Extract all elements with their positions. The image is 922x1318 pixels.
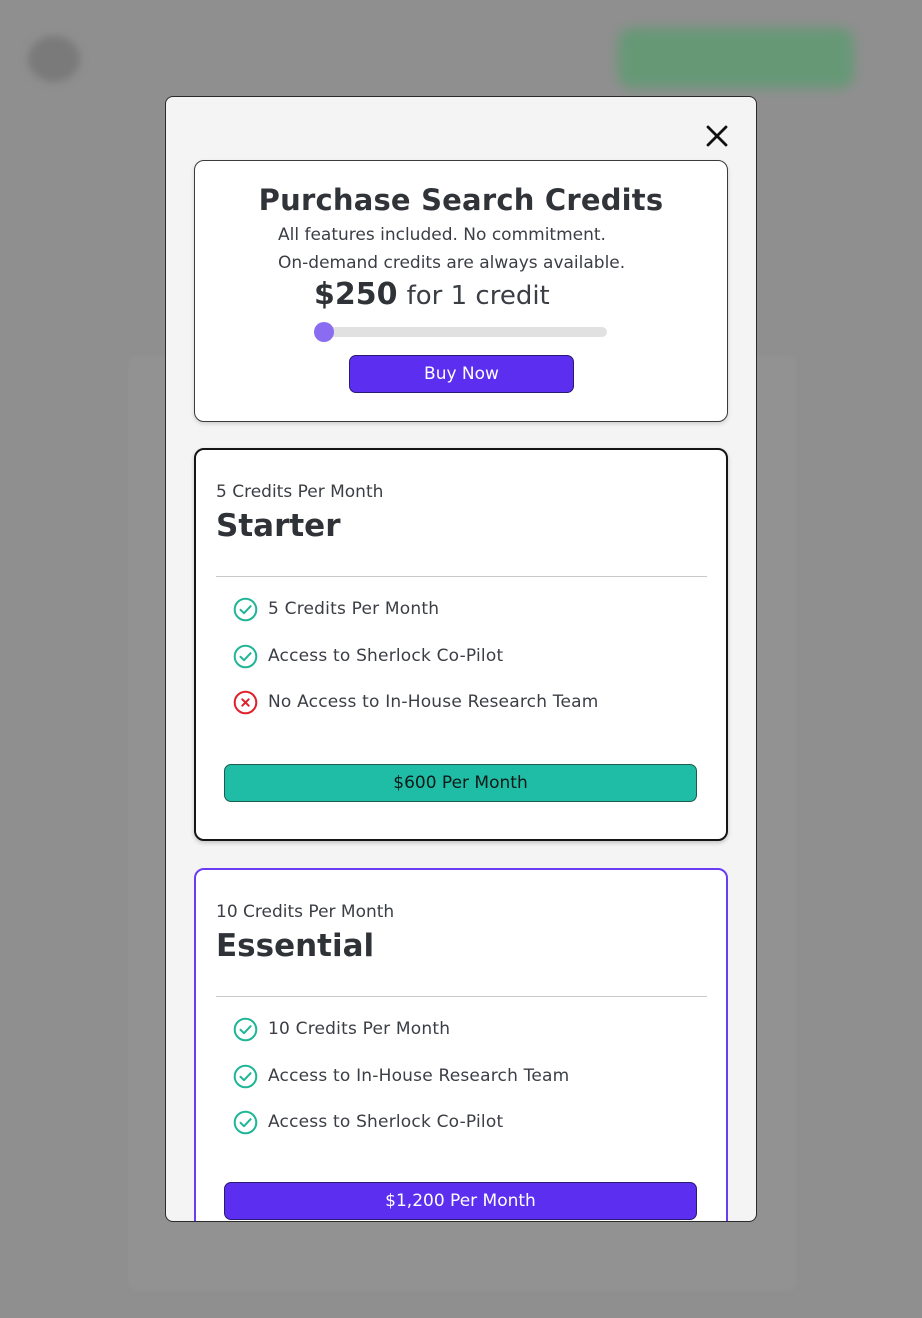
credits-price: $250 for 1 credit	[314, 277, 550, 312]
starter-subscribe-button[interactable]: $600 Per Month	[224, 764, 697, 802]
check-circle-icon	[233, 1064, 258, 1089]
plan-divider	[216, 996, 707, 997]
background-logo	[28, 36, 80, 82]
credits-price-suffix: for 1 credit	[406, 281, 550, 311]
check-circle-icon	[233, 1017, 258, 1042]
plan-card-starter: 5 Credits Per Month Starter 5 Credits Pe…	[194, 448, 728, 841]
purchase-credits-card: Purchase Search Credits All features inc…	[194, 160, 728, 422]
feature-text: Access to Sherlock Co-Pilot	[268, 1112, 504, 1132]
plan-divider	[216, 576, 707, 577]
credits-title: Purchase Search Credits	[258, 183, 664, 217]
background-cta-button	[618, 28, 854, 88]
credits-price-amount: $250	[314, 277, 398, 312]
plan-subtitle: 5 Credits Per Month	[216, 482, 384, 502]
plan-subtitle: 10 Credits Per Month	[216, 902, 395, 922]
feature-item: 10 Credits Per Month	[233, 1016, 450, 1042]
pricing-modal: Purchase Search Credits All features inc…	[165, 96, 757, 1222]
feature-text: 10 Credits Per Month	[268, 1019, 451, 1039]
close-icon	[706, 125, 728, 147]
plan-card-essential: 10 Credits Per Month Essential 10 Credit…	[194, 868, 728, 1221]
plan-name: Starter	[216, 508, 341, 544]
feature-text: Access to Sherlock Co-Pilot	[268, 646, 504, 666]
check-circle-icon	[233, 1110, 258, 1135]
feature-item: No Access to In-House Research Team	[233, 689, 599, 715]
credits-subtitle-line2: On-demand credits are always available.	[278, 253, 626, 273]
feature-text: 5 Credits Per Month	[268, 599, 440, 619]
feature-text: Access to In-House Research Team	[268, 1066, 570, 1086]
feature-text: No Access to In-House Research Team	[268, 692, 599, 712]
x-circle-icon	[233, 690, 258, 715]
check-circle-icon	[233, 644, 258, 669]
credits-slider-thumb[interactable]	[314, 322, 334, 342]
close-button[interactable]	[704, 123, 730, 149]
check-circle-icon	[233, 597, 258, 622]
credits-slider-track[interactable]	[315, 327, 607, 337]
essential-subscribe-button[interactable]: $1,200 Per Month	[224, 1182, 697, 1220]
feature-item: Access to Sherlock Co-Pilot	[233, 1109, 503, 1135]
credits-subtitle-line1: All features included. No commitment.	[278, 225, 606, 245]
buy-now-button[interactable]: Buy Now	[349, 355, 574, 393]
feature-item: Access to Sherlock Co-Pilot	[233, 643, 503, 669]
plan-name: Essential	[216, 928, 375, 964]
feature-item: 5 Credits Per Month	[233, 596, 439, 622]
feature-item: Access to In-House Research Team	[233, 1063, 569, 1089]
